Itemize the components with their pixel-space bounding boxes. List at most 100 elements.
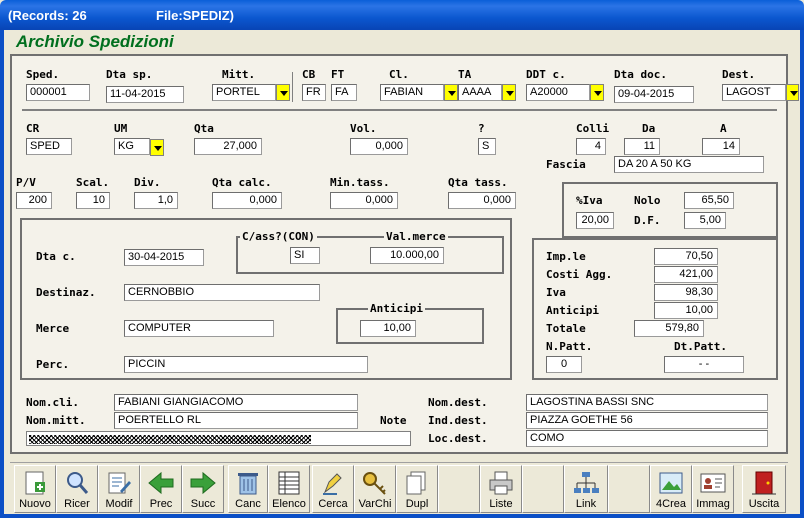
div-field[interactable]: 1,0 bbox=[134, 192, 178, 209]
note-label: Note bbox=[380, 414, 407, 427]
qta-label: Qta bbox=[194, 122, 214, 135]
dest-field[interactable]: LAGOST bbox=[722, 84, 786, 101]
varchi-button[interactable]: VarChi bbox=[354, 465, 396, 513]
anticipi-caption: Anticipi bbox=[368, 302, 425, 315]
printer-icon bbox=[489, 471, 513, 495]
vol-field[interactable]: 0,000 bbox=[350, 138, 408, 155]
nom-dest-field[interactable]: LAGOSTINA BASSI SNC bbox=[526, 394, 768, 411]
exit-door-icon bbox=[752, 471, 776, 495]
fascia-field[interactable]: DA 20 A 50 KG bbox=[614, 156, 764, 173]
scal-field[interactable]: 10 bbox=[76, 192, 110, 209]
loc-dest-field[interactable]: COMO bbox=[526, 430, 768, 447]
canc-button[interactable]: Canc bbox=[228, 465, 268, 513]
min-tass-field[interactable]: 0,000 bbox=[330, 192, 398, 209]
iva-field[interactable]: 20,00 bbox=[576, 212, 614, 229]
dta-sp-field[interactable]: 11-04-2015 bbox=[106, 86, 184, 103]
da-field[interactable]: 11 bbox=[624, 138, 660, 155]
note-field[interactable] bbox=[26, 431, 411, 446]
cl-label: Cl. bbox=[389, 68, 409, 81]
ta-field[interactable]: AAAA bbox=[458, 84, 502, 101]
ta-label: TA bbox=[458, 68, 472, 81]
qta-tass-field[interactable]: 0,000 bbox=[448, 192, 516, 209]
perc-label: Perc. bbox=[36, 358, 70, 371]
imp-label: Imp.le bbox=[546, 250, 586, 263]
qta-calc-field[interactable]: 0,000 bbox=[212, 192, 282, 209]
nom-mitt-field[interactable]: POERTELLO RL bbox=[114, 412, 358, 429]
ft-field[interactable]: FA bbox=[331, 84, 357, 101]
da-label: Da bbox=[642, 122, 656, 135]
canc-label: Canc bbox=[235, 498, 261, 510]
um-dropdown-icon[interactable] bbox=[150, 139, 164, 156]
question-field[interactable]: S bbox=[478, 138, 496, 155]
ind-dest-field[interactable]: PIAZZA GOETHE 56 bbox=[526, 412, 768, 429]
elenco-button[interactable]: Elenco bbox=[268, 465, 310, 513]
empty-toolbar-slot bbox=[438, 465, 480, 513]
liste-button[interactable]: Liste bbox=[480, 465, 522, 513]
cb-field[interactable]: FR bbox=[302, 84, 326, 101]
costi-field[interactable]: 421,00 bbox=[654, 266, 718, 283]
merce-field[interactable]: COMPUTER bbox=[124, 320, 274, 337]
edit-document-icon bbox=[108, 472, 131, 494]
dta-c-label: Dta c. bbox=[36, 250, 76, 263]
modif-button[interactable]: Modif bbox=[98, 465, 140, 513]
arrow-right-icon bbox=[190, 471, 216, 495]
df-field[interactable]: 5,00 bbox=[684, 212, 726, 229]
dupl-label: Dupl bbox=[405, 498, 429, 510]
cerca-button[interactable]: Cerca bbox=[312, 465, 354, 513]
mitt-field[interactable]: PORTEL bbox=[212, 84, 276, 101]
df-label: D.F. bbox=[634, 214, 661, 227]
npatt-field[interactable]: 0 bbox=[546, 356, 582, 373]
min-tass-label: Min.tass. bbox=[330, 176, 390, 189]
ricer-button[interactable]: Ricer bbox=[56, 465, 98, 513]
anticipi-total-field[interactable]: 10,00 bbox=[654, 302, 718, 319]
um-label: UM bbox=[114, 122, 128, 135]
link-button[interactable]: Link bbox=[564, 465, 608, 513]
highlighter-icon bbox=[323, 473, 342, 495]
qta-field[interactable]: 27,000 bbox=[194, 138, 262, 155]
iva-total-field[interactable]: 98,30 bbox=[654, 284, 718, 301]
dupl-button[interactable]: Dupl bbox=[396, 465, 438, 513]
dta-c-field[interactable]: 30-04-2015 bbox=[124, 249, 204, 266]
immag-label: Immag bbox=[696, 498, 730, 510]
a-label: A bbox=[720, 122, 727, 135]
prec-button[interactable]: Prec bbox=[140, 465, 182, 513]
dtpatt-field[interactable]: - - bbox=[664, 356, 744, 373]
ddt-dropdown-icon[interactable] bbox=[590, 84, 604, 101]
colli-field[interactable]: 4 bbox=[576, 138, 606, 155]
cr-field[interactable]: SPED bbox=[26, 138, 72, 155]
prec-label: Prec bbox=[149, 498, 173, 510]
uscita-button[interactable]: Uscita bbox=[742, 465, 786, 513]
ddt-field[interactable]: A20000 bbox=[526, 84, 590, 101]
div-label: Div. bbox=[134, 176, 161, 189]
question-label: ? bbox=[478, 122, 485, 135]
cass-field[interactable]: SI bbox=[290, 247, 320, 264]
cl-field[interactable]: FABIAN bbox=[380, 84, 444, 101]
nolo-field[interactable]: 65,50 bbox=[684, 192, 734, 209]
um-field[interactable]: KG bbox=[114, 138, 150, 155]
mitt-dropdown-icon[interactable] bbox=[276, 84, 290, 101]
anticipi-field[interactable]: 10,00 bbox=[360, 320, 416, 337]
iva-total-label: Iva bbox=[546, 286, 566, 299]
a-field[interactable]: 14 bbox=[702, 138, 740, 155]
vol-label: Vol. bbox=[350, 122, 377, 135]
dest-dropdown-icon[interactable] bbox=[786, 84, 799, 101]
iva-label: %Iva bbox=[576, 194, 603, 207]
perc-field[interactable]: PICCIN bbox=[124, 356, 368, 373]
ta-dropdown-icon[interactable] bbox=[502, 84, 516, 101]
scal-label: Scal. bbox=[76, 176, 110, 189]
npatt-label: N.Patt. bbox=[546, 340, 593, 353]
crea4-button[interactable]: 4Crea bbox=[650, 465, 692, 513]
totale-field[interactable]: 579,80 bbox=[634, 320, 704, 337]
cl-dropdown-icon[interactable] bbox=[444, 84, 458, 101]
ricer-label: Ricer bbox=[64, 498, 90, 510]
immag-button[interactable]: Immag bbox=[692, 465, 734, 513]
sped-field[interactable]: 000001 bbox=[26, 84, 90, 101]
val-merce-field[interactable]: 10.000,00 bbox=[370, 247, 444, 264]
nuovo-button[interactable]: Nuovo bbox=[14, 465, 56, 513]
succ-button[interactable]: Succ bbox=[182, 465, 224, 513]
dta-doc-field[interactable]: 09-04-2015 bbox=[614, 86, 694, 103]
nom-cli-field[interactable]: FABIANI GIANGIACOMO bbox=[114, 394, 358, 411]
pv-field[interactable]: 200 bbox=[16, 192, 52, 209]
destinaz-field[interactable]: CERNOBBIO bbox=[124, 284, 320, 301]
imp-field[interactable]: 70,50 bbox=[654, 248, 718, 265]
